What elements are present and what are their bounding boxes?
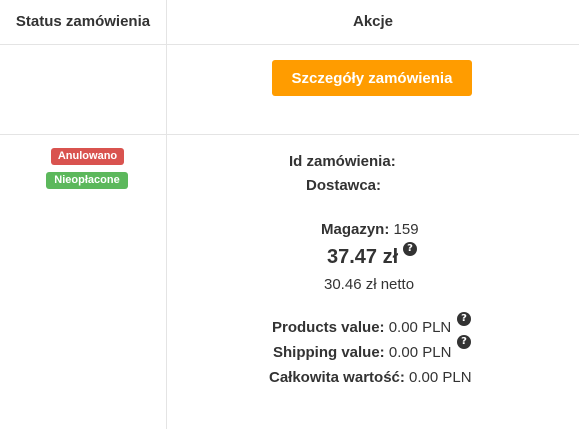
products-value-label: Products value: bbox=[272, 319, 385, 336]
products-value: 0.00 PLN bbox=[388, 319, 452, 336]
shipping-value-label: Shipping value: bbox=[273, 344, 385, 361]
products-value-line: Products value: 0.00 PLN bbox=[272, 319, 451, 336]
warehouse-value: 159 bbox=[393, 221, 419, 238]
status-badge-cancelled: Anulowano bbox=[51, 148, 124, 165]
orders-table: Status zamówienia Akcje Szczegóły zamówi… bbox=[0, 0, 579, 429]
price-help-icon[interactable]: ? bbox=[403, 242, 417, 256]
column-divider bbox=[166, 0, 167, 429]
total-value-label: Całkowita wartość: bbox=[269, 369, 405, 386]
warehouse-line: Magazyn: 159 bbox=[321, 221, 419, 238]
shipping-value-line: Shipping value: 0.00 PLN bbox=[273, 344, 451, 361]
row-divider bbox=[0, 134, 579, 135]
warehouse-label: Magazyn: bbox=[321, 221, 390, 238]
status-badge-unpaid: Nieopłacone bbox=[46, 172, 128, 189]
shipping-value: 0.00 PLN bbox=[388, 344, 452, 361]
order-details-button[interactable]: Szczegóły zamówienia bbox=[272, 60, 472, 96]
total-value-line: Całkowita wartość: 0.00 PLN bbox=[269, 369, 472, 386]
order-id-label: Id zamówienia: bbox=[289, 153, 396, 170]
shipping-value-help-icon[interactable]: ? bbox=[457, 335, 471, 349]
header-actions: Akcje bbox=[352, 13, 394, 30]
products-value-help-icon[interactable]: ? bbox=[457, 312, 471, 326]
header-divider bbox=[0, 44, 579, 45]
total-value: 0.00 PLN bbox=[409, 369, 472, 386]
header-status: Status zamówienia bbox=[15, 13, 151, 30]
supplier-label: Dostawca: bbox=[306, 177, 382, 194]
price-net: 30.46 zł netto bbox=[324, 276, 415, 293]
price-gross: 37.47 zł bbox=[327, 246, 399, 268]
